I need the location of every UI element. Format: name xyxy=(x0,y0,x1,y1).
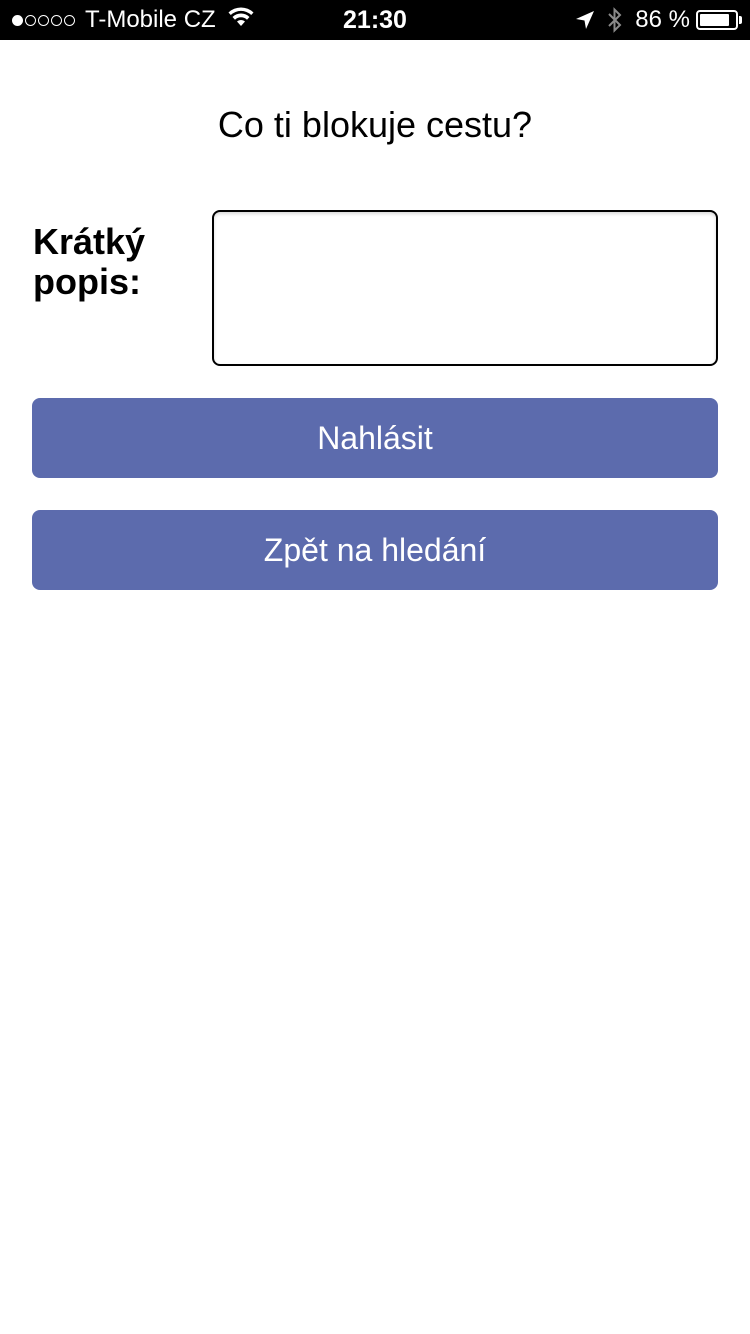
page-title: Co ti blokuje cestu? xyxy=(217,104,533,145)
back-to-search-button[interactable]: Zpět na hledání xyxy=(32,510,718,590)
battery-percentage: 86 % xyxy=(635,6,690,33)
bluetooth-icon xyxy=(607,7,623,33)
description-input[interactable] xyxy=(212,210,718,366)
battery-tip xyxy=(739,16,742,24)
battery-icon xyxy=(696,10,738,30)
status-bar: T-Mobile CZ 21:30 86 % xyxy=(0,0,750,40)
location-arrow-icon xyxy=(575,10,595,30)
report-button[interactable]: Nahlásit xyxy=(32,398,718,478)
battery-level-fill xyxy=(700,14,730,26)
status-bar-right: 86 % xyxy=(575,0,742,40)
description-label: Krátký popis: xyxy=(33,221,146,302)
